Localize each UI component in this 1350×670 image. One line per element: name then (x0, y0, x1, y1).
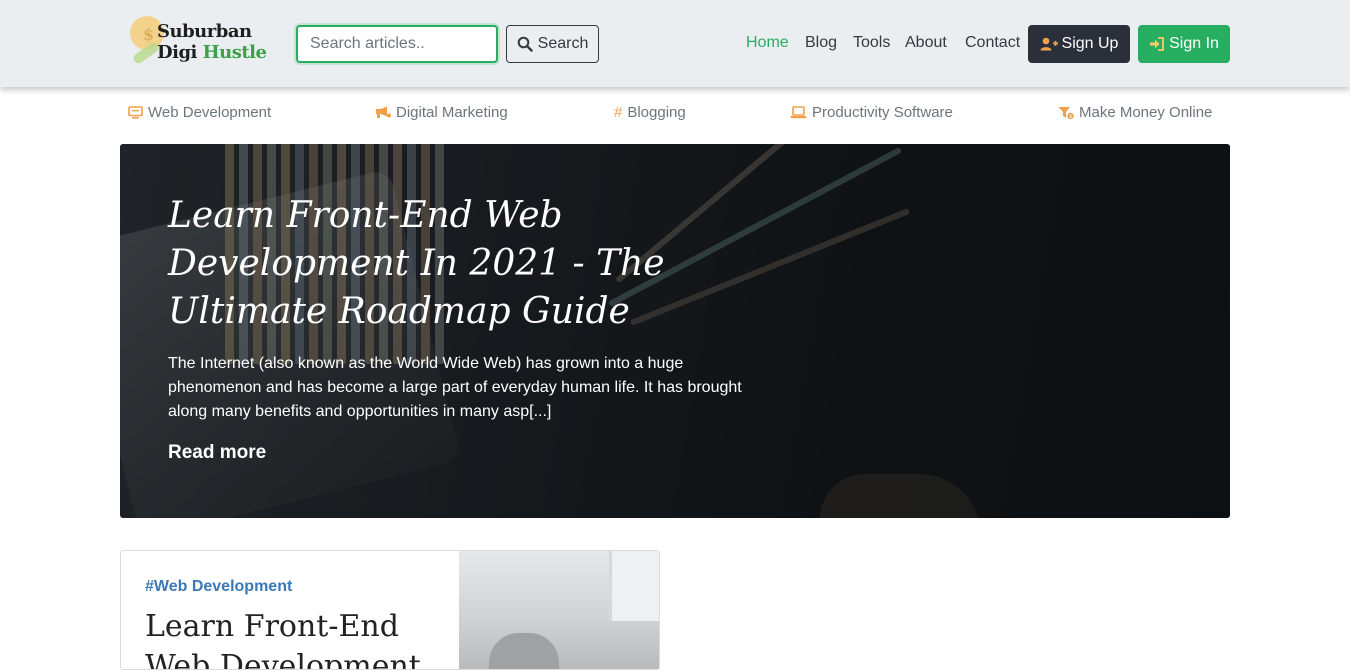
category-label: Productivity Software (812, 104, 953, 121)
category-web-development[interactable]: Web Development (128, 104, 271, 121)
category-blogging[interactable]: # Blogging (614, 104, 686, 121)
post-tag[interactable]: #Web Development (145, 578, 292, 596)
post-title[interactable]: Learn Front-End Web Development (145, 607, 445, 669)
user-plus-icon (1040, 37, 1058, 51)
megaphone-icon (375, 106, 391, 119)
category-label: Blogging (627, 104, 686, 121)
laptop-icon (790, 106, 807, 119)
hashtag-icon: # (614, 104, 623, 121)
monitor-code-icon (128, 106, 143, 119)
svg-text:$: $ (1069, 114, 1072, 120)
category-label: Digital Marketing (396, 104, 508, 121)
category-label: Make Money Online (1079, 104, 1213, 121)
nav-blog[interactable]: Blog (805, 34, 837, 52)
nav-about[interactable]: About (905, 34, 947, 52)
category-bar: Web Development Digital Marketing # Blog… (0, 104, 1350, 128)
sign-up-button[interactable]: Sign Up (1028, 25, 1130, 63)
sign-in-icon (1150, 37, 1164, 51)
post-thumbnail[interactable] (459, 551, 659, 669)
thumbnail-shape (489, 633, 559, 669)
sign-up-label: Sign Up (1061, 35, 1119, 52)
nav-contact[interactable]: Contact (965, 34, 1020, 52)
post-card[interactable]: #Web Development Learn Front-End Web Dev… (120, 550, 660, 670)
category-label: Web Development (148, 104, 272, 121)
read-more-link[interactable]: Read more (168, 442, 266, 464)
featured-post-hero[interactable]: Learn Front-End Web Development In 2021 … (120, 144, 1230, 518)
money-funnel-icon: $ (1058, 106, 1074, 120)
top-navbar: $ Suburban Digi Hustle Search Home Blog … (0, 0, 1350, 87)
sign-in-button[interactable]: Sign In (1138, 25, 1230, 63)
hero-title[interactable]: Learn Front-End Web Development In 2021 … (168, 192, 728, 336)
category-productivity-software[interactable]: Productivity Software (790, 104, 953, 121)
sign-in-label: Sign In (1169, 35, 1219, 52)
category-digital-marketing[interactable]: Digital Marketing (375, 104, 508, 121)
category-make-money-online[interactable]: $ Make Money Online (1058, 104, 1212, 121)
nav-tools[interactable]: Tools (853, 34, 890, 52)
hero-excerpt: The Internet (also known as the World Wi… (168, 355, 742, 420)
nav-home[interactable]: Home (746, 34, 789, 52)
thumbnail-window (609, 551, 659, 621)
